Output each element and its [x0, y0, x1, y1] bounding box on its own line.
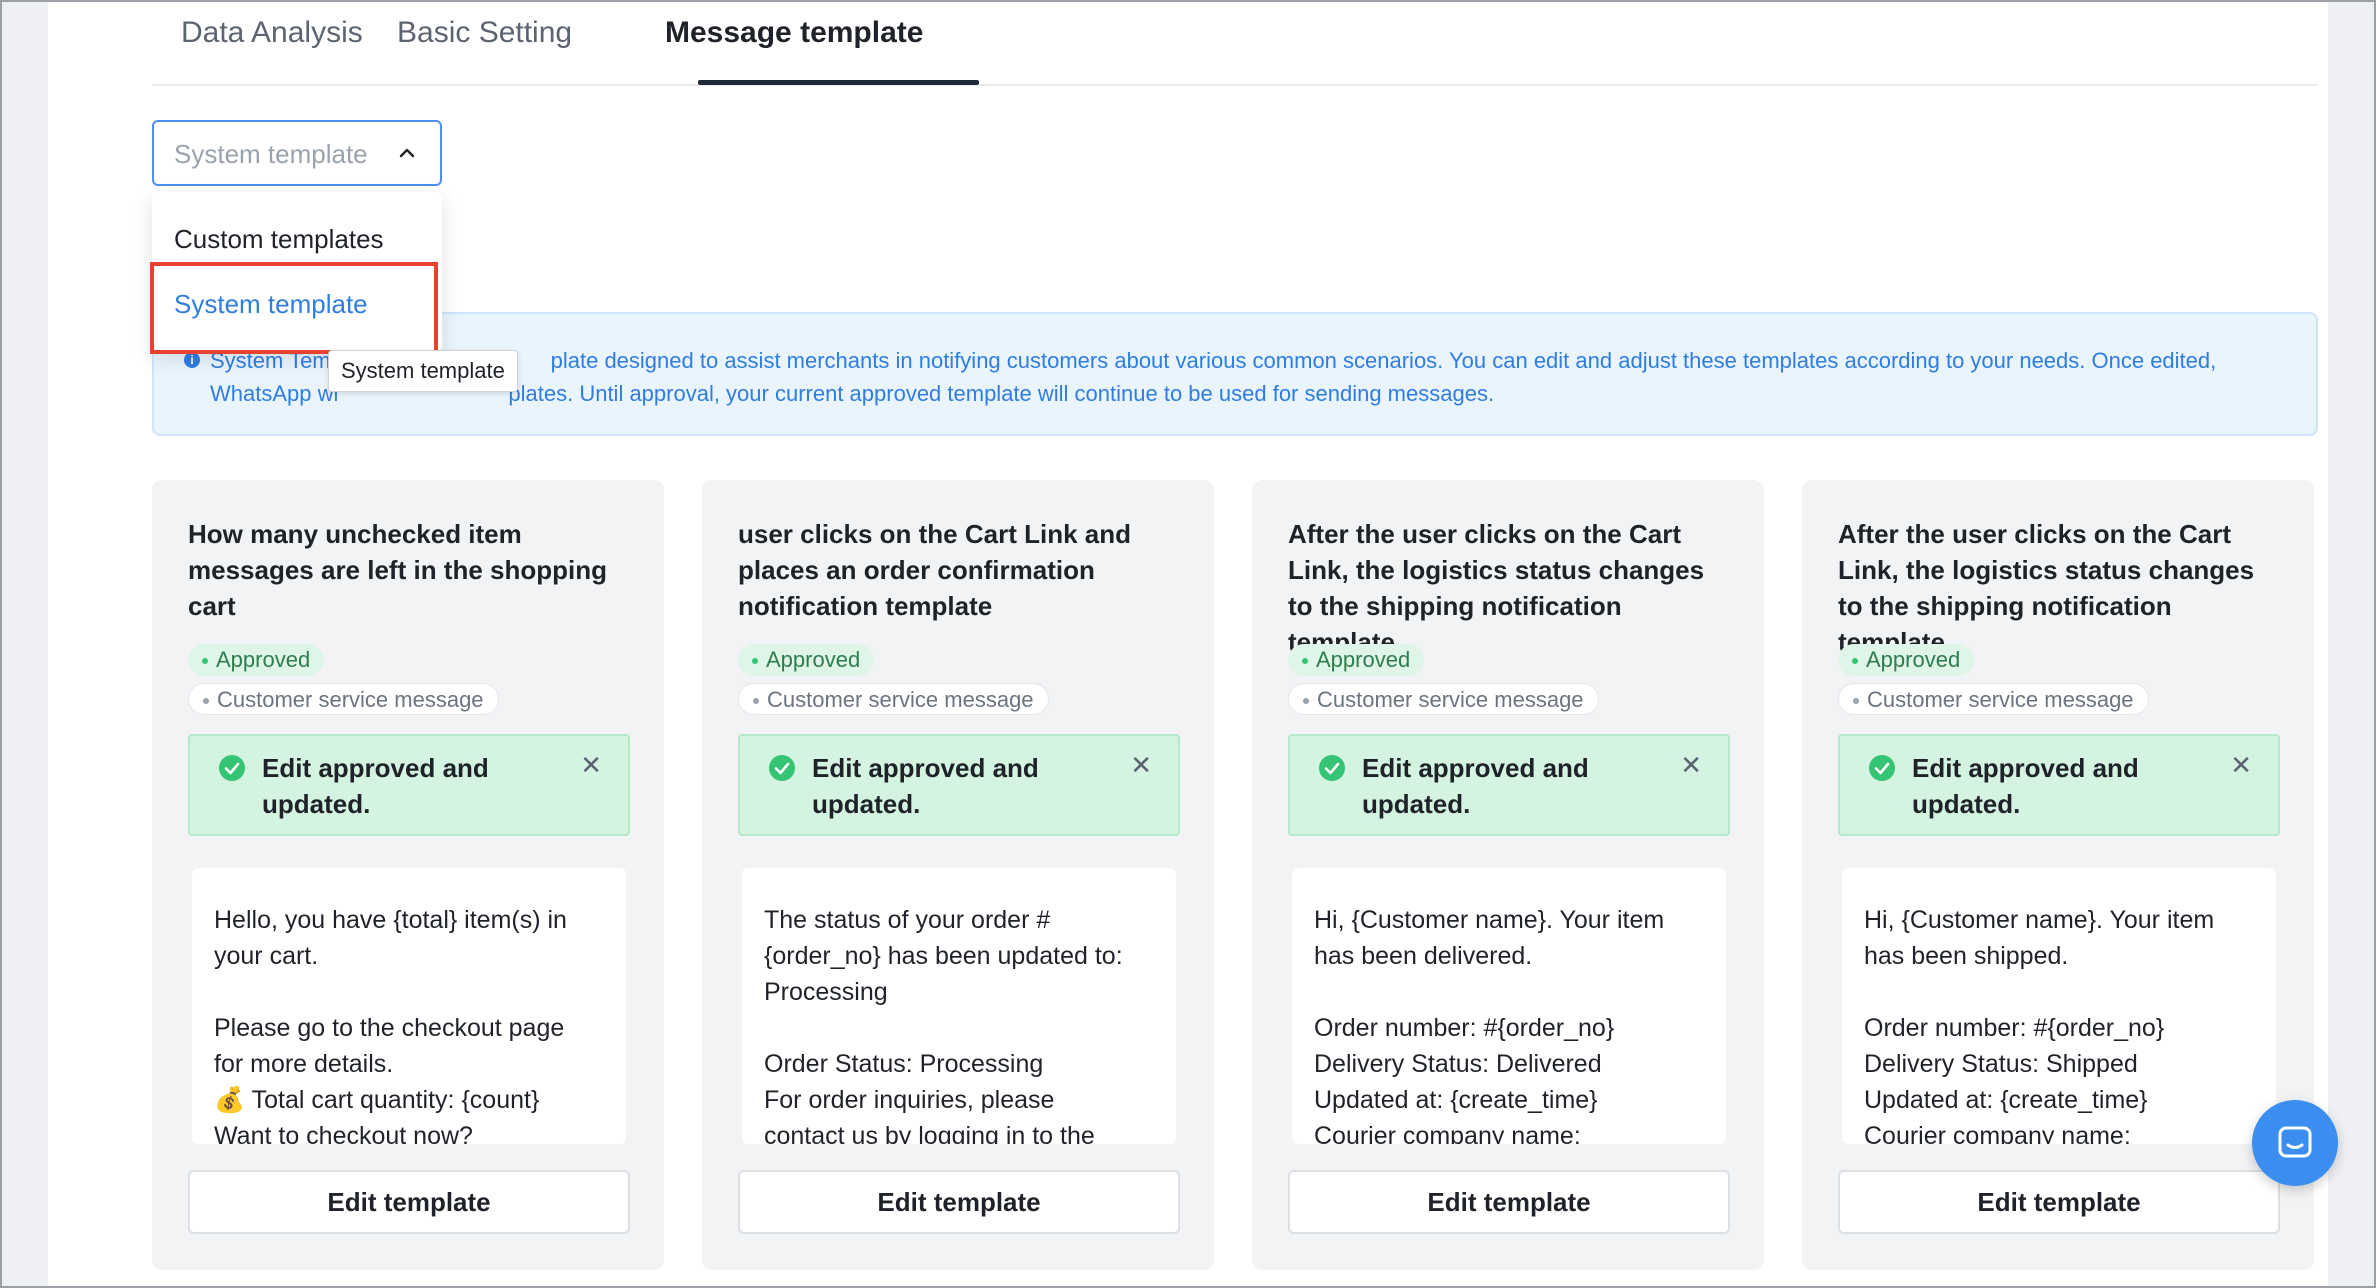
card-title: user clicks on the Cart Link and places … — [738, 519, 1131, 621]
banner-line2-start: WhatsApp wi — [210, 381, 339, 406]
preview-line: Updated at: {create_time} — [1314, 1086, 1598, 1114]
banner-line2-end: plates. Until approval, your current app… — [508, 381, 1495, 406]
preview-line: Hi, {Customer name}. Your item — [1864, 906, 2215, 934]
preview-line: contact us by logging in to the — [764, 1122, 1095, 1144]
chat-icon — [2278, 1126, 2312, 1158]
option-tooltip: System template — [328, 350, 518, 392]
edit-template-button[interactable]: Edit template — [188, 1170, 630, 1234]
close-icon[interactable]: ✕ — [1680, 752, 1702, 778]
preview-line: Processing — [764, 978, 888, 1006]
category-badge: Customer service message — [188, 683, 499, 715]
card-title: After the user clicks on the Cart Link, … — [1838, 519, 2255, 657]
preview-line: Courier company name: — [1314, 1122, 1581, 1144]
preview-line: Updated at: {create_time} — [1864, 1086, 2148, 1114]
category-badge: Customer service message — [1288, 683, 1599, 715]
preview-line: Order Status: Processing — [764, 1050, 1044, 1078]
info-banner-text: System Tem plate designed to assist merch… — [210, 344, 2290, 410]
close-icon[interactable]: ✕ — [2230, 752, 2252, 778]
check-circle-icon — [769, 755, 795, 781]
check-circle-icon — [1319, 755, 1345, 781]
template-type-select[interactable]: System template — [152, 120, 442, 186]
tab-message-template[interactable]: Message template — [665, 16, 923, 86]
check-circle-icon — [219, 755, 245, 781]
status-badge: Approved — [1288, 644, 1425, 676]
notice-text: Edit approved and updated. — [1912, 753, 2139, 819]
preview-line: Delivery Status: Delivered — [1314, 1050, 1602, 1078]
banner-text-rest: plate designed to assist merchants in no… — [550, 348, 2217, 373]
status-badge: Approved — [188, 644, 325, 676]
chat-button[interactable] — [2252, 1100, 2338, 1186]
chevron-up-icon — [399, 148, 415, 158]
preview-line: The status of your order # — [764, 906, 1051, 934]
template-card: user clicks on the Cart Link and places … — [702, 480, 1214, 1270]
preview-line: Hi, {Customer name}. Your item — [1314, 906, 1665, 934]
active-tab-indicator — [698, 80, 979, 85]
option-system-template[interactable]: System template — [152, 274, 442, 334]
preview-line: for more details. — [214, 1050, 394, 1078]
edit-template-button[interactable]: Edit template — [1288, 1170, 1730, 1234]
preview-line: has been shipped. — [1864, 942, 2069, 970]
edit-template-button[interactable]: Edit template — [738, 1170, 1180, 1234]
close-icon[interactable]: ✕ — [580, 752, 602, 778]
preview-line: Hello, you have {total} item(s) in — [214, 906, 567, 934]
preview-line: 💰 Total cart quantity: {count} — [214, 1086, 540, 1114]
category-badge: Customer service message — [738, 683, 1049, 715]
message-preview: Hello, you have {total} item(s) in your … — [192, 868, 626, 1144]
preview-line: your cart. — [214, 942, 319, 970]
select-value: System template — [174, 139, 368, 169]
close-icon[interactable]: ✕ — [1130, 752, 1152, 778]
notice-text: Edit approved and updated. — [1362, 753, 1589, 819]
info-icon: i — [184, 352, 200, 368]
template-card: How many unchecked item messages are lef… — [152, 480, 664, 1270]
notice-text: Edit approved and updated. — [812, 753, 1039, 819]
template-card: After the user clicks on the Cart Link, … — [1802, 480, 2314, 1270]
success-notice: Edit approved and updated. ✕ — [738, 734, 1180, 836]
tab-data-analysis[interactable]: Data Analysis — [181, 16, 363, 86]
notice-text: Edit approved and updated. — [262, 753, 489, 819]
success-notice: Edit approved and updated. ✕ — [188, 734, 630, 836]
message-preview: The status of your order # {order_no} ha… — [742, 868, 1176, 1144]
success-notice: Edit approved and updated. ✕ — [1288, 734, 1730, 836]
preview-line: Order number: #{order_no} — [1314, 1014, 1615, 1042]
status-badge: Approved — [1838, 644, 1975, 676]
check-circle-icon — [1869, 755, 1895, 781]
option-custom-templates[interactable]: Custom templates — [152, 209, 442, 269]
preview-line: {order_no} has been updated to: — [764, 942, 1123, 970]
message-preview: Hi, {Customer name}. Your item has been … — [1842, 868, 2276, 1144]
status-badge: Approved — [738, 644, 875, 676]
category-badge: Customer service message — [1838, 683, 2149, 715]
preview-line: Courier company name: — [1864, 1122, 2131, 1144]
main-panel: Data Analysis Basic Setting Message temp… — [48, 0, 2328, 1288]
message-preview: Hi, {Customer name}. Your item has been … — [1292, 868, 1726, 1144]
template-type-dropdown: Custom templates System template — [152, 192, 442, 352]
edit-template-button[interactable]: Edit template — [1838, 1170, 2280, 1234]
preview-line: has been delivered. — [1314, 942, 1533, 970]
preview-line: For order inquiries, please — [764, 1086, 1055, 1114]
preview-line: Order number: #{order_no} — [1864, 1014, 2165, 1042]
success-notice: Edit approved and updated. ✕ — [1838, 734, 2280, 836]
template-card: After the user clicks on the Cart Link, … — [1252, 480, 1764, 1270]
preview-line: Delivery Status: Shipped — [1864, 1050, 2138, 1078]
preview-line: Please go to the checkout page — [214, 1014, 565, 1042]
card-title: How many unchecked item messages are lef… — [188, 519, 607, 621]
tab-basic-setting[interactable]: Basic Setting — [397, 16, 572, 86]
preview-line: Want to checkout now? — [214, 1122, 473, 1144]
card-title: After the user clicks on the Cart Link, … — [1288, 519, 1705, 657]
